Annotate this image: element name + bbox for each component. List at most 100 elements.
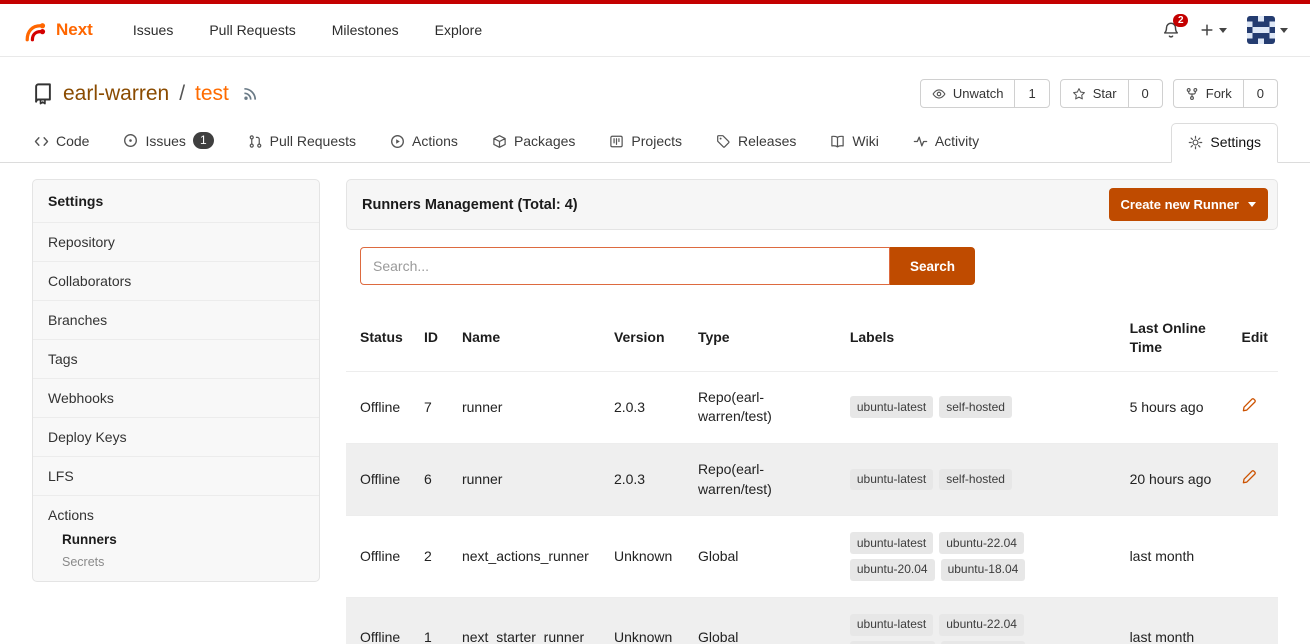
nav-link-pull-requests[interactable]: Pull Requests [209,22,295,38]
edit-icon[interactable] [1241,397,1257,413]
tab-label: Activity [935,133,979,149]
tab-settings[interactable]: Settings [1171,123,1278,163]
brand-name: Next [56,20,93,40]
label-chip: ubuntu-22.04 [939,614,1024,636]
user-avatar [1247,16,1275,44]
fork-label: Fork [1206,86,1232,101]
runner-labels: ubuntu-latest self-hosted [850,469,1038,491]
unwatch-button[interactable]: Unwatch [921,80,1015,107]
label-chip: ubuntu-latest [850,532,933,554]
notifications-button[interactable]: 2 [1162,21,1180,39]
settings-sidebar: Settings Repository Collaborators Branch… [32,179,320,582]
package-icon [492,134,507,149]
tab-packages[interactable]: Packages [490,123,577,162]
sidebar-subitem-runners[interactable]: Runners [62,532,304,547]
runner-labels: ubuntu-latest ubuntu-22.04 ubuntu-20.04 … [850,614,1038,644]
table-row: Offline 2 next_actions_runner Unknown Gl… [346,516,1278,598]
sidebar-actions-label[interactable]: Actions [48,507,304,523]
gear-icon [1188,135,1203,150]
tab-activity[interactable]: Activity [911,123,981,162]
runner-name: runner [452,443,604,515]
sidebar-subitem-secrets[interactable]: Secrets [62,555,304,569]
runner-version: Unknown [604,516,688,598]
col-last-online: Last Online Time [1120,305,1232,371]
col-id: ID [414,305,452,371]
sidebar-item-deploy-keys[interactable]: Deploy Keys [33,417,319,456]
code-icon [34,134,49,149]
repo-action-buttons: Unwatch 1 Star 0 Fork 0 [920,79,1278,108]
nav-link-issues[interactable]: Issues [133,22,173,38]
runner-name: next_starter_runner [452,597,604,644]
sidebar-item-tags[interactable]: Tags [33,339,319,378]
star-icon [1072,87,1086,101]
sidebar-item-actions: Actions Runners Secrets [33,495,319,581]
issue-icon [123,133,138,148]
runners-panel-header: Runners Management (Total: 4) Create new… [346,179,1278,230]
runner-search-row: Search [360,247,1264,285]
create-runner-button[interactable]: Create new Runner [1109,188,1268,221]
repo-owner-link[interactable]: earl-warren [63,82,169,106]
runner-id: 7 [414,371,452,443]
create-runner-label: Create new Runner [1121,197,1239,212]
repo-icon [32,83,54,105]
forks-count[interactable]: 0 [1243,80,1277,107]
repo-name-link[interactable]: test [195,82,229,106]
fork-button-group: Fork 0 [1173,79,1278,108]
tab-actions[interactable]: Actions [388,123,460,162]
tab-code[interactable]: Code [32,123,91,162]
runner-id: 6 [414,443,452,515]
brand-home-link[interactable]: Next [22,17,93,43]
label-chip: ubuntu-latest [850,396,933,418]
table-row: Offline 7 runner 2.0.3 Repo(earl-warren/… [346,371,1278,443]
book-icon [830,134,845,149]
sidebar-item-repository[interactable]: Repository [33,222,319,261]
star-button-group: Star 0 [1060,79,1163,108]
runner-status: Offline [346,443,414,515]
search-button[interactable]: Search [890,247,975,285]
nav-link-milestones[interactable]: Milestones [332,22,399,38]
user-menu-button[interactable] [1247,16,1288,44]
sidebar-item-branches[interactable]: Branches [33,300,319,339]
actions-icon [390,134,405,149]
runner-last-online: 5 hours ago [1120,371,1232,443]
notification-count-badge: 2 [1173,14,1188,27]
create-new-menu-button[interactable] [1200,23,1227,37]
star-label: Star [1093,86,1117,101]
runners-panel: Runners Management (Total: 4) Create new… [346,179,1278,644]
issues-count-badge: 1 [193,132,214,149]
eye-icon [932,87,946,101]
star-button[interactable]: Star [1061,80,1128,107]
runner-last-online: last month [1120,516,1232,598]
tab-releases[interactable]: Releases [714,123,798,162]
activity-icon [913,134,928,149]
table-row: Offline 1 next_starter_runner Unknown Gl… [346,597,1278,644]
rss-feed-icon[interactable] [242,86,258,102]
col-type: Type [688,305,840,371]
caret-down-icon [1248,202,1256,207]
sidebar-item-webhooks[interactable]: Webhooks [33,378,319,417]
sidebar-item-lfs[interactable]: LFS [33,456,319,495]
project-board-icon [609,134,624,149]
runner-version: 2.0.3 [604,371,688,443]
nav-link-explore[interactable]: Explore [435,22,482,38]
tag-icon [716,134,731,149]
label-chip: ubuntu-18.04 [941,641,1026,644]
tab-wiki[interactable]: Wiki [828,123,880,162]
table-header-row: Status ID Name Version Type Labels Last … [346,305,1278,371]
watchers-count[interactable]: 1 [1014,80,1048,107]
runner-type: Global [688,597,840,644]
tab-issues[interactable]: Issues 1 [121,122,215,162]
stars-count[interactable]: 0 [1128,80,1162,107]
tab-projects[interactable]: Projects [607,123,684,162]
sidebar-item-collaborators[interactable]: Collaborators [33,261,319,300]
fork-button[interactable]: Fork [1174,80,1243,107]
runner-version: 2.0.3 [604,443,688,515]
runners-table: Status ID Name Version Type Labels Last … [346,305,1278,644]
search-input[interactable] [360,247,890,285]
fork-icon [1185,87,1199,101]
label-chip: ubuntu-latest [850,469,933,491]
runner-id: 1 [414,597,452,644]
tab-pull-requests[interactable]: Pull Requests [246,123,358,162]
edit-icon[interactable] [1241,469,1257,485]
sidebar-title: Settings [33,180,319,222]
